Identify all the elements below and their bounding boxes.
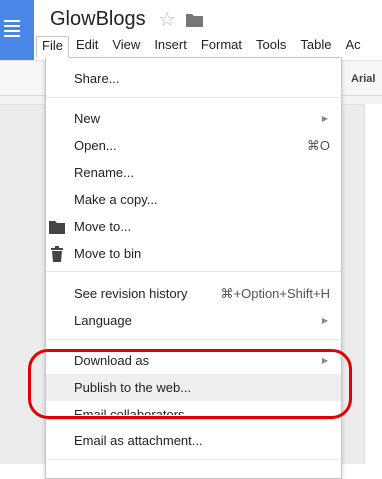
shortcut-label: ⌘+Option+Shift+H	[220, 286, 330, 301]
menu-file[interactable]: File	[36, 36, 69, 58]
menu-separator	[46, 97, 341, 98]
menu-tools[interactable]: Tools	[249, 36, 293, 54]
annotation-highlight-oval	[28, 349, 352, 419]
menu-table[interactable]: Table	[293, 36, 338, 54]
folder-icon[interactable]	[186, 13, 203, 27]
menu-format[interactable]: Format	[194, 36, 249, 54]
docs-lines-icon	[4, 20, 20, 40]
menu-item-label: Rename...	[74, 165, 134, 180]
folder-icon	[49, 221, 65, 234]
menu-item-label: Open...	[74, 138, 117, 153]
trash-icon	[51, 246, 63, 262]
menu-separator	[46, 459, 341, 460]
menubar: File Edit View Insert Format Tools Table…	[36, 36, 368, 58]
menu-item-label: Make a copy...	[74, 192, 158, 207]
menu-item-revision-history[interactable]: See revision history ⌘+Option+Shift+H	[46, 280, 341, 307]
menu-view[interactable]: View	[105, 36, 147, 54]
font-selector[interactable]: Arial	[351, 73, 375, 85]
document-title[interactable]: GlowBlogs	[50, 8, 146, 31]
menu-separator	[46, 339, 341, 340]
menu-separator	[46, 419, 341, 420]
menu-item-new[interactable]: New ▶	[46, 105, 341, 132]
menu-item-move-to-bin[interactable]: Move to bin	[46, 240, 341, 267]
menu-item-language[interactable]: Language ▶	[46, 307, 341, 334]
star-icon[interactable]: ☆	[158, 9, 176, 31]
menu-add-ons[interactable]: Ac	[338, 36, 367, 54]
menu-item-open[interactable]: Open... ⌘O	[46, 132, 341, 159]
menu-item-label: Move to bin	[74, 246, 142, 261]
menu-item-email-attachment[interactable]: Email as attachment...	[46, 427, 341, 454]
menu-item-label: Share...	[74, 71, 120, 86]
menu-item-share[interactable]: Share...	[46, 65, 341, 92]
menu-item-rename[interactable]: Rename...	[46, 159, 341, 186]
menu-item-label: See revision history	[74, 286, 188, 301]
menu-separator	[46, 271, 341, 272]
document-page[interactable]	[364, 104, 382, 464]
menu-edit[interactable]: Edit	[69, 36, 105, 54]
menu-item-label: New	[74, 111, 101, 126]
menu-item-make-copy[interactable]: Make a copy...	[46, 186, 341, 213]
submenu-arrow-icon: ▶	[321, 316, 328, 325]
menu-item-move-to[interactable]: Move to...	[46, 213, 341, 240]
shortcut-label: ⌘O	[306, 138, 330, 153]
menu-item-label: Move to...	[74, 219, 132, 234]
menu-item-label: Email as attachment...	[74, 433, 203, 448]
submenu-arrow-icon: ▶	[321, 114, 328, 123]
menu-item-label: Language	[74, 313, 132, 328]
menu-insert[interactable]: Insert	[147, 36, 194, 54]
